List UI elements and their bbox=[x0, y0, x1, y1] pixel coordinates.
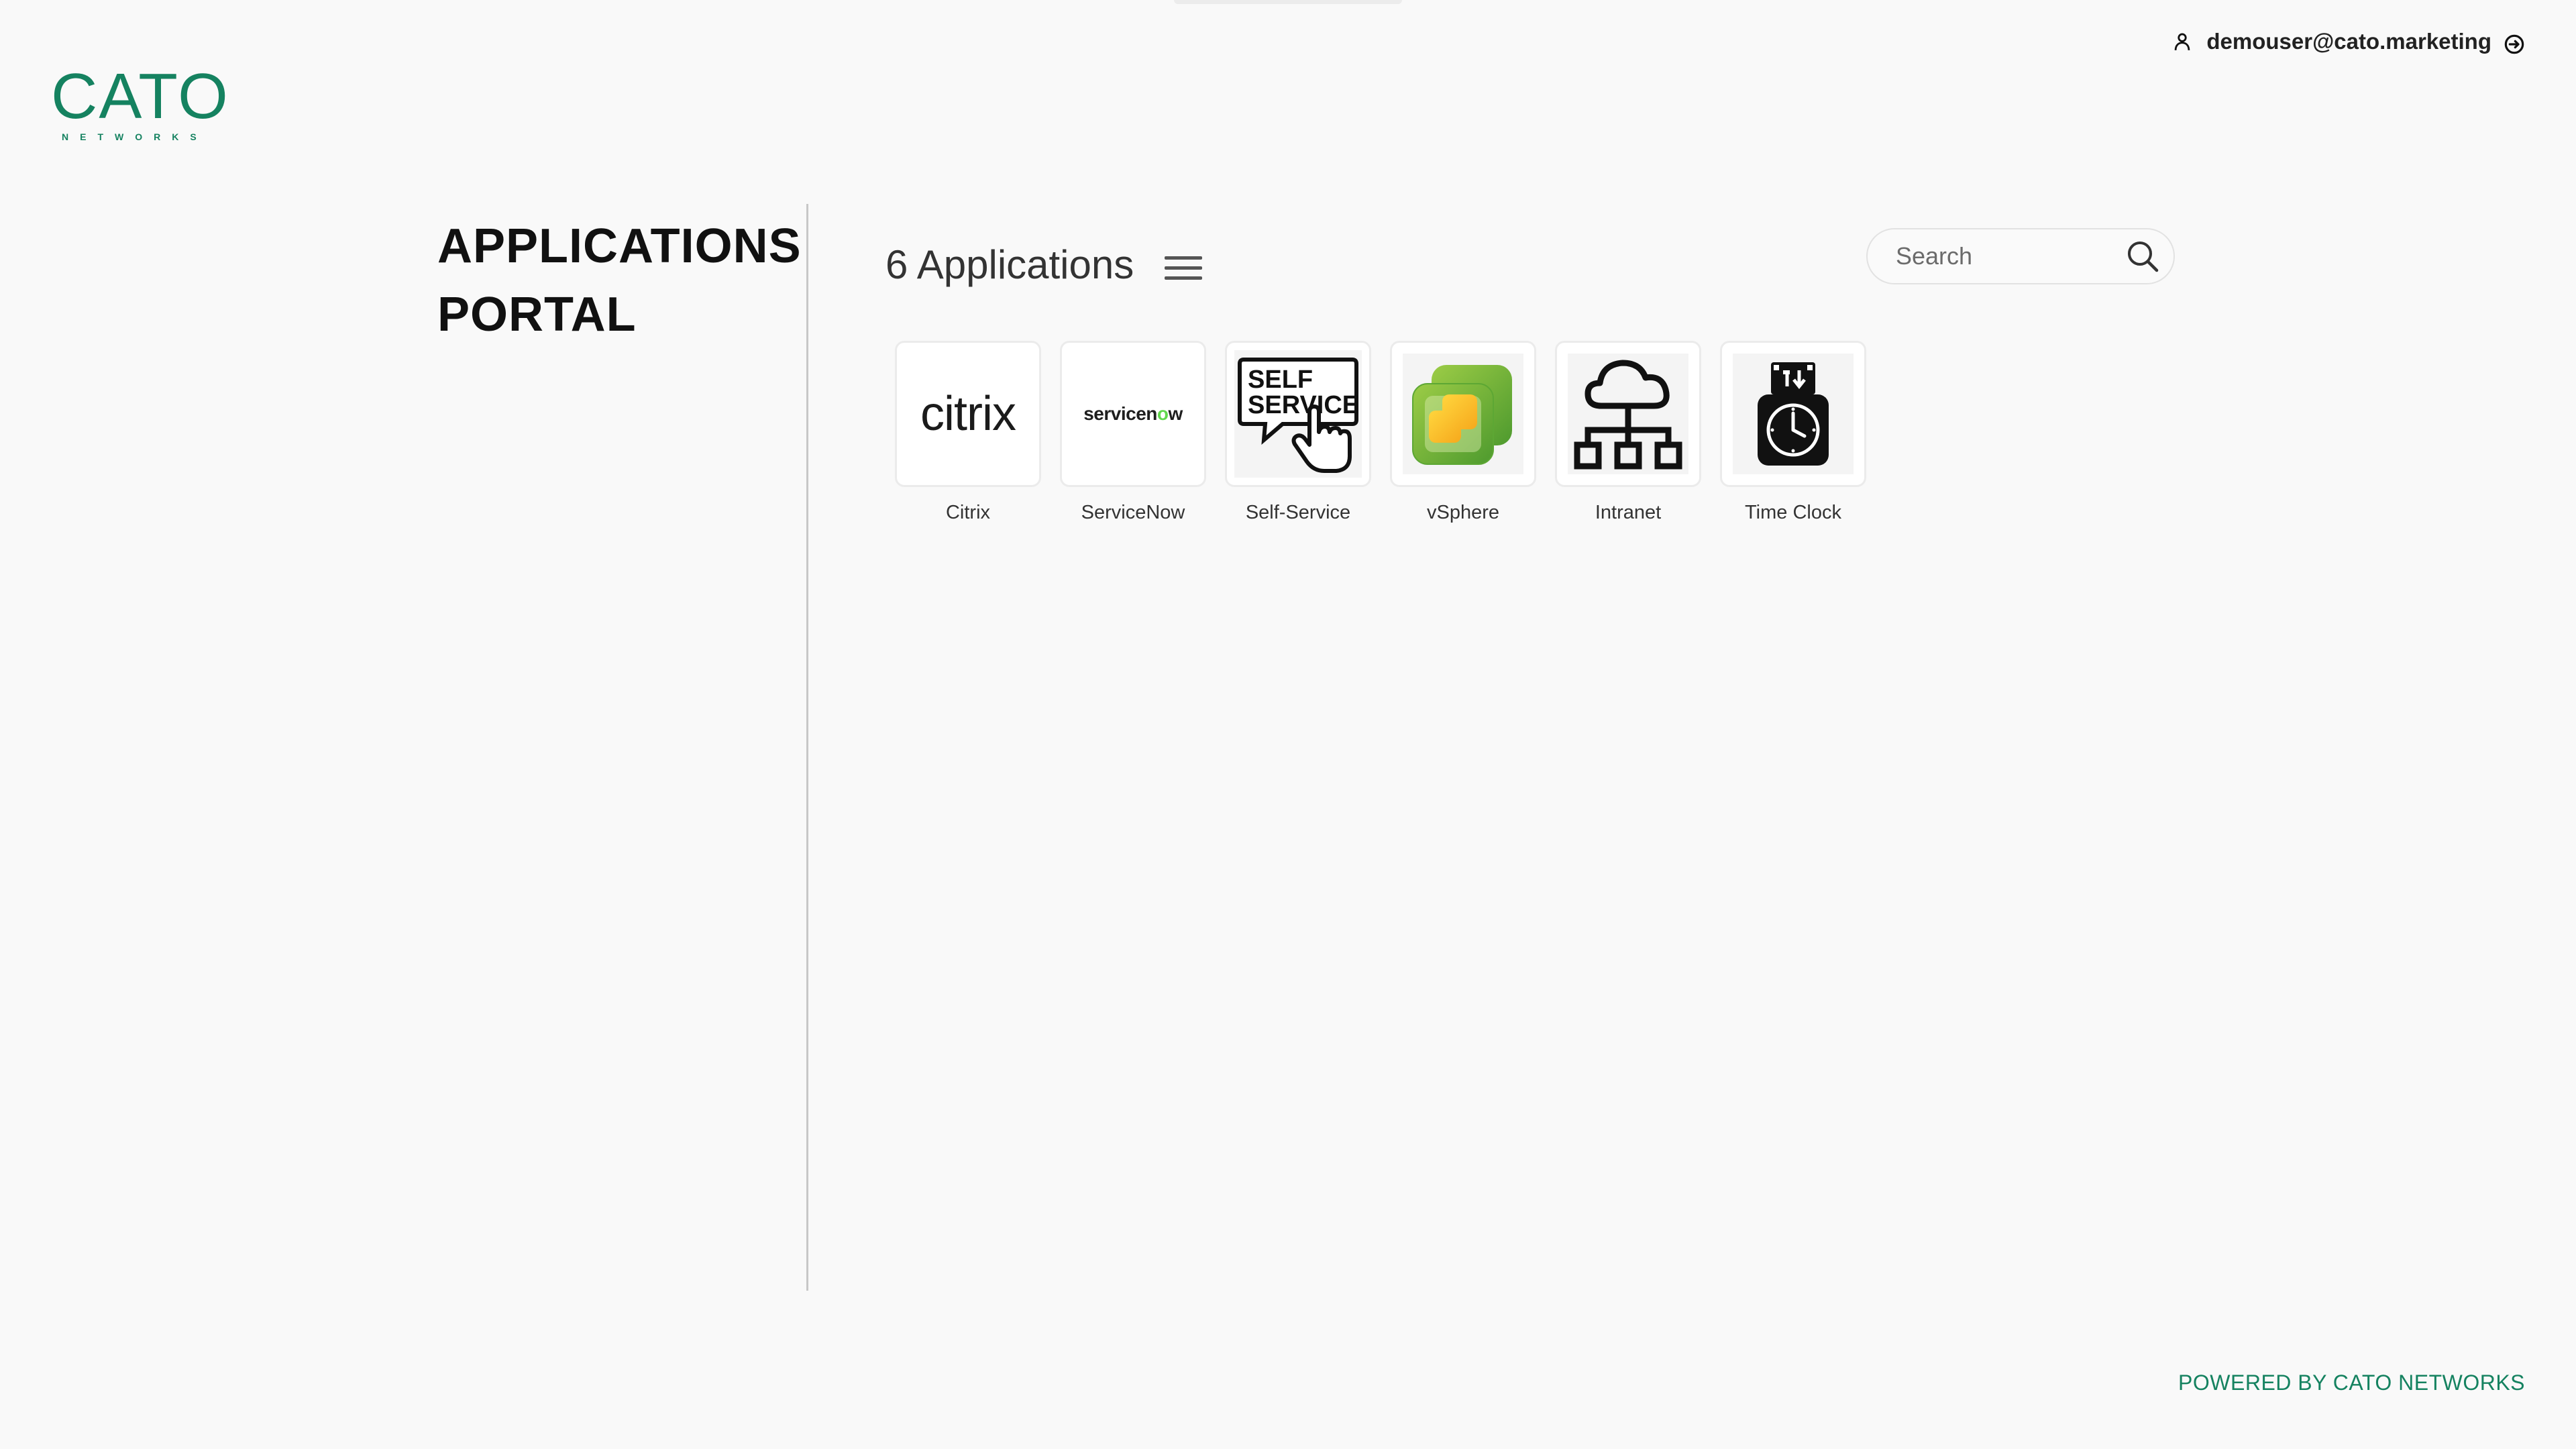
page-title: APPLICATIONS PORTAL bbox=[437, 219, 802, 341]
intranet-logo bbox=[1568, 354, 1688, 474]
app-tile-vsphere[interactable]: vSphere bbox=[1389, 341, 1538, 524]
self-service-logo: SELF SERVICE bbox=[1234, 350, 1362, 478]
app-card[interactable]: servicenow bbox=[1060, 341, 1206, 487]
vsphere-icon bbox=[1412, 365, 1512, 465]
search-box[interactable] bbox=[1866, 228, 2175, 284]
servicenow-logo-part: w bbox=[1168, 403, 1183, 424]
app-card[interactable]: SELF SERVICE bbox=[1225, 341, 1371, 487]
app-tile-self-service[interactable]: SELF SERVICE Self-Service bbox=[1224, 341, 1373, 524]
app-tile-intranet[interactable]: Intranet bbox=[1554, 341, 1703, 524]
app-card[interactable]: citrix bbox=[895, 341, 1041, 487]
self-service-icon: SELF SERVICE bbox=[1238, 358, 1359, 473]
app-label: ServiceNow bbox=[1081, 502, 1185, 523]
app-tile-citrix[interactable]: citrix Citrix bbox=[894, 341, 1042, 524]
cato-logo[interactable]: CATO NETWORKS bbox=[51, 60, 229, 143]
app-label: Self-Service bbox=[1245, 502, 1351, 523]
time-clock-icon bbox=[1758, 362, 1829, 466]
app-label: Intranet bbox=[1595, 502, 1662, 523]
self-service-line2: SERVICE bbox=[1248, 391, 1359, 419]
network-cloud-icon bbox=[1574, 360, 1682, 470]
servicenow-logo-o: o bbox=[1157, 403, 1169, 424]
app-card[interactable] bbox=[1390, 341, 1536, 487]
app-label: vSphere bbox=[1426, 502, 1499, 523]
applications-portal-page: CATO NETWORKS demouser@cato.marketing AP… bbox=[0, 0, 2576, 1449]
app-tile-time-clock[interactable]: Time Clock bbox=[1719, 341, 1868, 524]
applications-count: 6 Applications bbox=[885, 242, 1134, 287]
app-card[interactable] bbox=[1720, 341, 1866, 487]
top-notch bbox=[1174, 0, 1402, 4]
applications-grid: citrix Citrix servicenow ServiceNow SELF bbox=[894, 341, 1884, 524]
user-menu: demouser@cato.marketing bbox=[2173, 28, 2525, 55]
logo-subtext: NETWORKS bbox=[62, 131, 208, 142]
search-icon[interactable] bbox=[2125, 239, 2160, 274]
app-label: Time Clock bbox=[1745, 502, 1841, 523]
vsphere-logo bbox=[1403, 354, 1523, 474]
time-clock-logo bbox=[1733, 354, 1854, 474]
vertical-divider bbox=[806, 204, 808, 1291]
servicenow-logo: servicenow bbox=[1066, 354, 1200, 474]
user-icon bbox=[2175, 33, 2190, 50]
citrix-logo: citrix bbox=[901, 354, 1035, 474]
apps-heading: 6 Applications bbox=[885, 241, 1203, 288]
app-card[interactable] bbox=[1555, 341, 1701, 487]
self-service-line1: SELF bbox=[1248, 366, 1313, 394]
servicenow-logo-part: servicen bbox=[1083, 403, 1157, 424]
search-input[interactable] bbox=[1894, 241, 2112, 271]
app-tile-servicenow[interactable]: servicenow ServiceNow bbox=[1059, 341, 1208, 524]
logo-wordmark: CATO bbox=[51, 60, 229, 132]
powered-by-footer[interactable]: POWERED BY CATO NETWORKS bbox=[2178, 1371, 2525, 1395]
citrix-logo-text: citrix bbox=[920, 387, 1016, 441]
user-email: demouser@cato.marketing bbox=[2206, 29, 2491, 54]
logout-icon[interactable] bbox=[2504, 34, 2525, 55]
servicenow-logo-text: servicenow bbox=[1083, 403, 1183, 425]
app-label: Citrix bbox=[945, 502, 991, 523]
hamburger-menu-icon[interactable] bbox=[1163, 252, 1203, 284]
